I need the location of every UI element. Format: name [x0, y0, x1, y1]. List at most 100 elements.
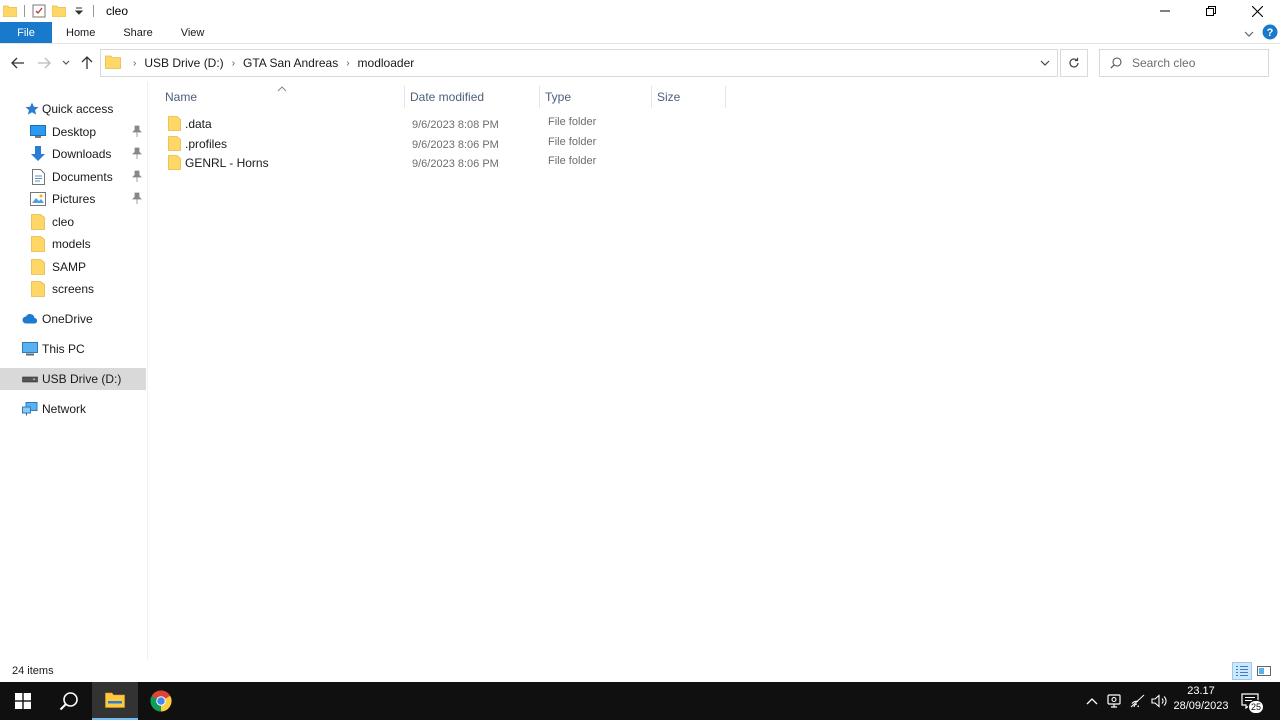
- tab-home[interactable]: Home: [52, 22, 109, 43]
- breadcrumb-chevron-icon[interactable]: ›: [133, 58, 136, 69]
- large-icons-view-button[interactable]: [1254, 662, 1274, 680]
- arrow-right-icon: [38, 57, 51, 69]
- speaker-icon: [1151, 694, 1167, 708]
- nav-label: Network: [42, 402, 87, 416]
- nav-item-screens[interactable]: screens: [0, 278, 146, 300]
- help-icon[interactable]: ?: [1262, 24, 1278, 43]
- restore-button[interactable]: [1188, 0, 1234, 22]
- nav-usb-drive[interactable]: USB Drive (D:): [0, 368, 146, 390]
- nav-quick-access[interactable]: Quick access: [0, 98, 146, 120]
- refresh-button[interactable]: [1060, 49, 1088, 77]
- chevron-up-icon: [1086, 698, 1098, 705]
- taskbar: 23.17 28/09/2023 25: [0, 682, 1280, 720]
- nav-item-samp[interactable]: SAMP: [0, 256, 146, 278]
- meet-now-button[interactable]: [1104, 682, 1124, 720]
- clock-time: 23.17: [1187, 685, 1215, 697]
- chevron-down-icon: [62, 60, 70, 65]
- column-header-type[interactable]: Type: [539, 86, 651, 108]
- nav-onedrive[interactable]: OneDrive: [0, 308, 146, 330]
- expand-ribbon-chevron-icon[interactable]: [1244, 26, 1254, 40]
- file-explorer-icon: [105, 692, 125, 708]
- file-row[interactable]: .profiles 9/6/2023 8:06 PM File folder: [161, 134, 1261, 154]
- file-type: File folder: [548, 155, 597, 167]
- desktop-icon: [30, 124, 46, 140]
- folder-icon: [30, 281, 46, 297]
- customize-toolbar-chevron-icon[interactable]: [71, 3, 87, 19]
- up-button[interactable]: [77, 52, 97, 74]
- star-icon: [24, 101, 40, 117]
- title-bar: cleo: [0, 0, 1280, 22]
- close-icon: [1251, 5, 1263, 17]
- nav-item-documents[interactable]: Documents: [0, 166, 146, 188]
- status-bar: 24 items: [0, 660, 1280, 682]
- taskbar-chrome[interactable]: [138, 682, 184, 720]
- file-type: File folder: [548, 116, 597, 128]
- svg-text:?: ?: [1267, 27, 1274, 39]
- show-hidden-icons-button[interactable]: [1082, 682, 1102, 720]
- breadcrumb-chevron-icon[interactable]: ›: [346, 58, 349, 69]
- file-row[interactable]: GENRL - Horns 9/6/2023 8:06 PM File fold…: [161, 153, 1261, 173]
- nav-network[interactable]: Network: [0, 398, 146, 420]
- nav-label: USB Drive (D:): [42, 372, 122, 386]
- breadcrumb-gta-san-andreas[interactable]: GTA San Andreas: [243, 56, 338, 70]
- new-folder-icon[interactable]: [51, 3, 67, 19]
- nav-this-pc[interactable]: This PC: [0, 338, 146, 360]
- details-view-button[interactable]: [1232, 662, 1252, 680]
- forward-button[interactable]: [34, 52, 54, 74]
- computer-icon: [22, 341, 38, 357]
- properties-icon[interactable]: [31, 3, 47, 19]
- nav-label: SAMP: [52, 260, 87, 274]
- folder-icon: [30, 236, 46, 252]
- address-row: › USB Drive (D:) › GTA San Andreas › mod…: [0, 44, 1280, 82]
- nav-label: Quick access: [42, 102, 114, 116]
- file-row[interactable]: .data 9/6/2023 8:08 PM File folder: [161, 114, 1261, 134]
- column-header-name[interactable]: Name: [159, 86, 404, 108]
- recent-locations-button[interactable]: [58, 52, 74, 74]
- search-button[interactable]: [46, 682, 92, 720]
- close-button[interactable]: [1234, 0, 1280, 22]
- address-bar[interactable]: › USB Drive (D:) › GTA San Andreas › mod…: [100, 49, 1058, 77]
- column-header-date-modified[interactable]: Date modified: [404, 86, 539, 108]
- file-date-modified: 9/6/2023 8:06 PM: [412, 158, 499, 170]
- tab-share[interactable]: Share: [109, 22, 166, 43]
- nav-item-downloads[interactable]: Downloads: [0, 143, 146, 165]
- volume-button[interactable]: [1150, 682, 1170, 720]
- search-icon: [59, 692, 78, 711]
- nav-item-models[interactable]: models: [0, 233, 146, 255]
- column-divider[interactable]: [725, 86, 726, 108]
- window-title: cleo: [106, 4, 129, 18]
- pin-icon[interactable]: [132, 125, 142, 140]
- nav-label: OneDrive: [42, 312, 93, 326]
- minimize-button[interactable]: [1142, 0, 1188, 22]
- back-button[interactable]: [8, 52, 28, 74]
- breadcrumb-usb-drive[interactable]: USB Drive (D:): [144, 56, 223, 70]
- search-input[interactable]: [1132, 56, 1252, 70]
- taskbar-file-explorer[interactable]: [92, 682, 138, 720]
- start-button[interactable]: [0, 682, 46, 720]
- network-status-button[interactable]: [1127, 682, 1149, 720]
- minimize-icon: [1160, 10, 1170, 12]
- column-header-size[interactable]: Size: [651, 86, 725, 108]
- wifi-icon: [1130, 694, 1145, 708]
- folder-icon: [168, 116, 181, 134]
- nav-label: cleo: [52, 215, 75, 229]
- taskbar-clock[interactable]: 23.17 28/09/2023: [1168, 684, 1234, 714]
- address-history-dropdown[interactable]: [1033, 50, 1057, 76]
- nav-item-pictures[interactable]: Pictures: [0, 188, 146, 210]
- folder-icon: [168, 155, 181, 173]
- pin-icon[interactable]: [132, 192, 142, 207]
- nav-item-desktop[interactable]: Desktop: [0, 121, 146, 143]
- file-date-modified: 9/6/2023 8:08 PM: [412, 119, 499, 131]
- nav-item-cleo[interactable]: cleo: [0, 211, 146, 233]
- restore-icon: [1206, 6, 1216, 16]
- notification-count-badge: 25: [1248, 700, 1264, 714]
- tab-file[interactable]: File: [0, 22, 52, 43]
- breadcrumb-modloader[interactable]: modloader: [358, 56, 415, 70]
- pin-icon[interactable]: [132, 170, 142, 185]
- tab-view[interactable]: View: [167, 22, 219, 43]
- search-box[interactable]: [1099, 49, 1269, 77]
- search-icon: [1110, 57, 1122, 69]
- pin-icon[interactable]: [132, 147, 142, 162]
- chevron-down-icon: [1040, 60, 1050, 66]
- breadcrumb-chevron-icon[interactable]: ›: [232, 58, 235, 69]
